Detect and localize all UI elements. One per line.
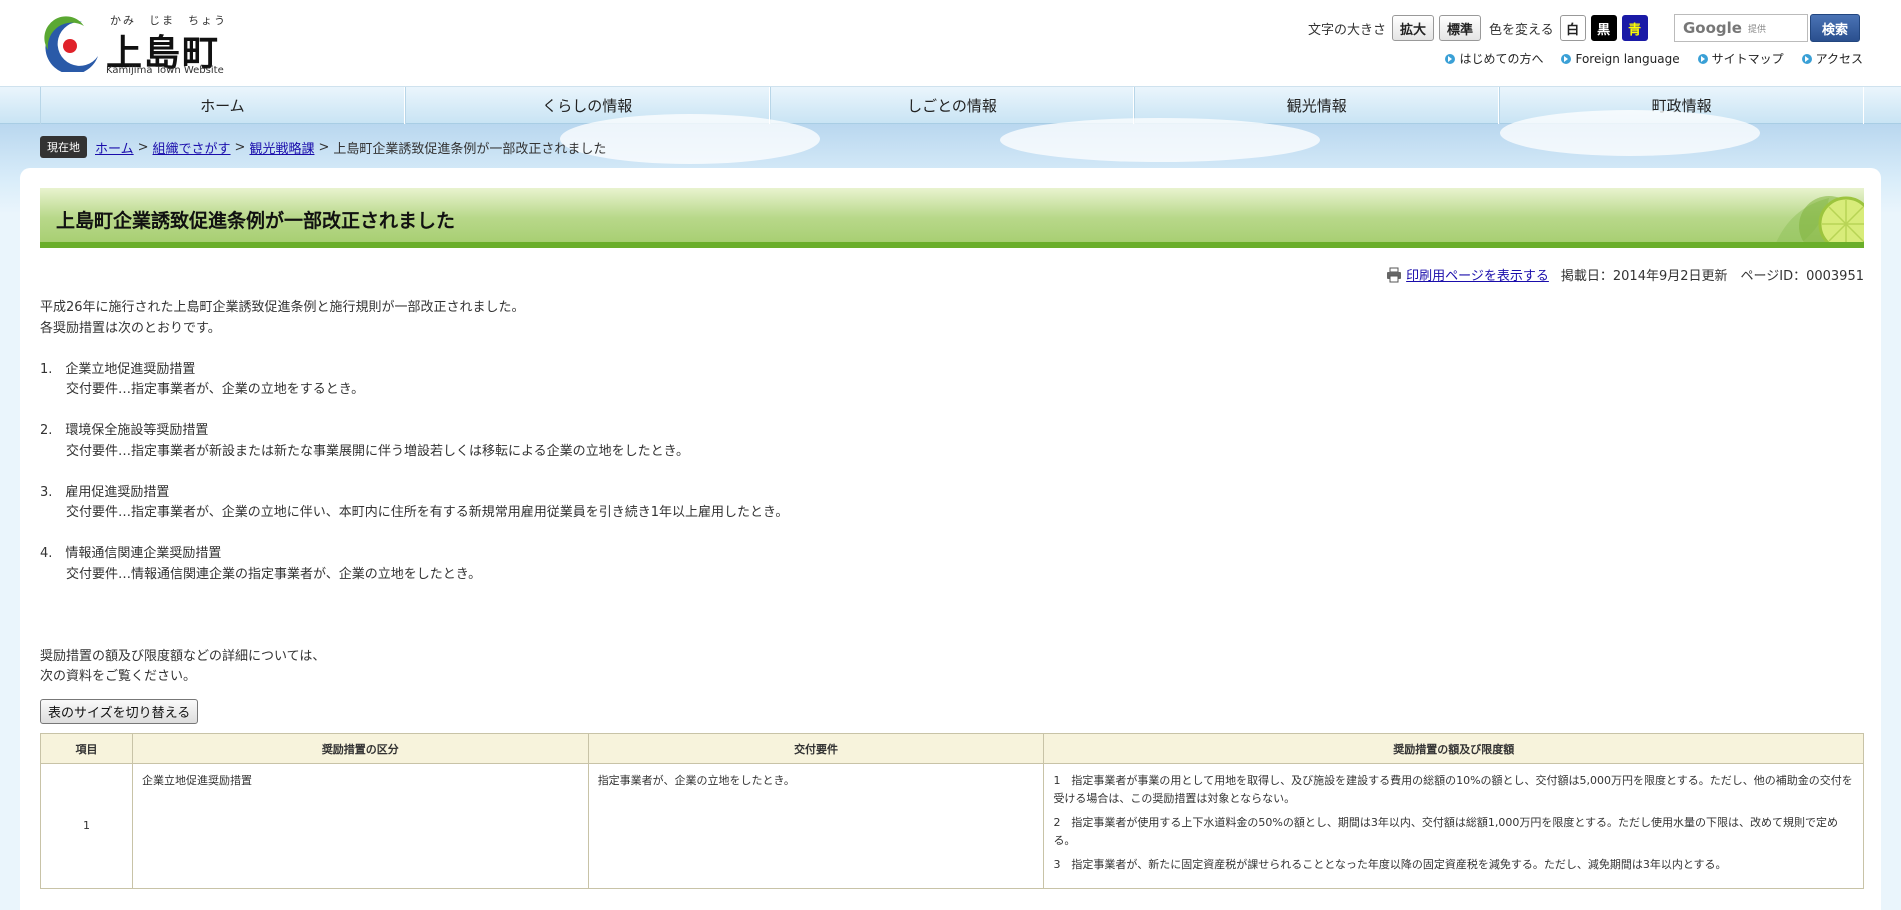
- search-brand: Google: [1683, 19, 1742, 37]
- sub-links: はじめての方へ Foreign language サイトマップ アクセス: [1427, 50, 1863, 67]
- amount-item: 2 指定事業者が使用する上下水道料金の50%の額とし、期間は3年以内、交付額は総…: [1053, 816, 1839, 847]
- breadcrumb-link-tourism-dept[interactable]: 観光戦略課: [249, 138, 314, 157]
- table-cell-category: 企業立地促進奨励措置: [131, 763, 589, 889]
- breadcrumb-separator: >: [137, 139, 149, 155]
- arrow-bullet-icon: [1801, 53, 1812, 64]
- site-logo[interactable]: かみ じま ちょう 上島町 Kamijima Town Website: [40, 12, 240, 76]
- toggle-table-size-button[interactable]: 表のサイズを切り替える: [40, 699, 199, 724]
- table-header-cell: 項目: [40, 733, 133, 764]
- arrow-bullet-icon: [1561, 53, 1572, 64]
- page-title: 上島町企業誘致促進条例が一部改正されました: [56, 210, 456, 232]
- logo-subtitle: Kamijima Town Website: [106, 65, 224, 76]
- amount-item: 3 指定事業者が、新たに固定資産税が課せられることとなった年度以降の固定資産税を…: [1053, 858, 1727, 871]
- benefits-table: 項目 奨励措置の区分 交付要件 奨励措置の額及び限度額 1 企業立地促進奨励措置…: [40, 733, 1864, 889]
- color-label: 色を変える: [1489, 22, 1554, 38]
- breadcrumb: 現在地 ホーム > 組織でさがす > 観光戦略課 > 上島町企業誘致促進条例が一…: [40, 136, 606, 158]
- sublink-label: サイトマップ: [1711, 52, 1784, 66]
- table-cell-num: 1: [40, 763, 133, 889]
- table-row: 1 企業立地促進奨励措置 指定事業者が、企業の立地をしたとき。 1 指定事業者が…: [40, 763, 1864, 889]
- breadcrumb-label: 現在地: [40, 136, 87, 158]
- breadcrumb-separator: >: [318, 139, 330, 155]
- font-size-label: 文字の大きさ: [1308, 22, 1387, 38]
- print-page-link[interactable]: 印刷用ページを表示する: [1406, 265, 1549, 284]
- table-header-cell: 交付要件: [587, 733, 1045, 764]
- nav-business[interactable]: しごとの情報: [769, 87, 1135, 124]
- sublink-sitemap[interactable]: サイトマップ: [1697, 50, 1784, 67]
- sublink-foreign-language[interactable]: Foreign language: [1561, 50, 1680, 67]
- town-emblem-icon: [44, 16, 98, 72]
- font-size-standard-button[interactable]: 標準: [1439, 15, 1482, 41]
- site-header: かみ じま ちょう 上島町 Kamijima Town Website 文字の大…: [0, 0, 1901, 86]
- breadcrumb-link-home[interactable]: ホーム: [95, 138, 134, 157]
- sublink-access[interactable]: アクセス: [1801, 50, 1863, 67]
- color-white-button[interactable]: 白: [1559, 15, 1586, 41]
- table-cell-amounts: 1 指定事業者が事業の用として用地を取得し、及び施設を建設する費用の総額の10%…: [1043, 763, 1864, 889]
- arrow-bullet-icon: [1697, 53, 1708, 64]
- citrus-decoration-icon: [1776, 196, 1864, 242]
- amount-item: 1 指定事業者が事業の用として用地を取得し、及び施設を建設する費用の総額の10%…: [1053, 774, 1853, 805]
- page-title-bar: 上島町企業誘致促進条例が一部改正されました: [40, 188, 1864, 248]
- sublink-label: Foreign language: [1575, 51, 1680, 66]
- sublink-label: はじめての方へ: [1459, 52, 1544, 66]
- table-header-cell: 奨励措置の区分: [131, 733, 589, 764]
- search-brand-sub: 提供: [1747, 24, 1766, 35]
- font-size-enlarge-button[interactable]: 拡大: [1392, 15, 1435, 41]
- breadcrumb-current: 上島町企業誘致促進条例が一部改正されました: [333, 141, 607, 157]
- color-black-button[interactable]: 黒: [1590, 15, 1617, 41]
- nav-home[interactable]: ホーム: [40, 87, 405, 124]
- search-input[interactable]: Google 提供: [1674, 14, 1808, 42]
- article-body: 平成26年に施行された上島町企業誘致促進条例と施行規則が一部改正されました。 各…: [40, 300, 789, 684]
- printer-icon: [1387, 267, 1402, 282]
- font-size-control: 文字の大きさ 拡大 標準: [1308, 14, 1486, 42]
- color-control: 色を変える 白 黒 青: [1489, 14, 1653, 42]
- table-header-row: 項目 奨励措置の区分 交付要件 奨励措置の額及び限度額: [40, 733, 1864, 764]
- page-meta: 印刷用ページを表示する 掲載日：2014年9月2日更新 ページID：000395…: [1386, 265, 1864, 284]
- table-header-cell: 奨励措置の額及び限度額: [1043, 733, 1864, 764]
- sublink-first-time[interactable]: はじめての方へ: [1445, 50, 1543, 67]
- page-meta-text: 掲載日：2014年9月2日更新 ページID：0003951: [1560, 269, 1864, 284]
- breadcrumb-link-organization[interactable]: 組織でさがす: [153, 138, 231, 157]
- color-blue-button[interactable]: 青: [1621, 15, 1648, 41]
- breadcrumb-separator: >: [234, 139, 246, 155]
- search-button[interactable]: 検索: [1810, 14, 1860, 42]
- sublink-label: アクセス: [1815, 52, 1863, 66]
- arrow-bullet-icon: [1445, 53, 1456, 64]
- table-cell-requirement: 指定事業者が、企業の立地をしたとき。: [587, 763, 1045, 889]
